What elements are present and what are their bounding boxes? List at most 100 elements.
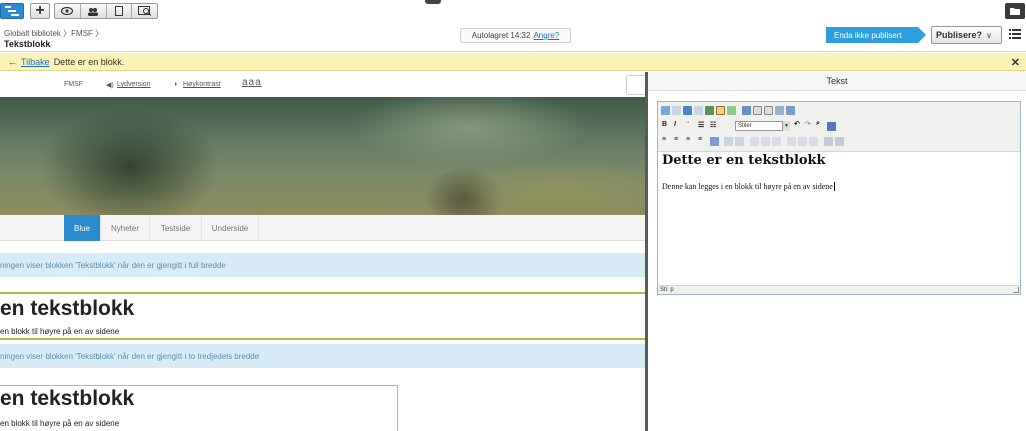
block-icon[interactable] [716, 106, 725, 115]
compare-icon [137, 6, 151, 16]
block-border-bottom [0, 338, 645, 340]
code-icon[interactable] [727, 106, 736, 115]
media-icon[interactable] [705, 106, 714, 115]
nav-item-testside[interactable]: Testside [150, 215, 202, 241]
top-toolbar: + Globalt bibliotek 〉FMSF 〉 Tekstblokk A… [0, 0, 1026, 52]
sitetree-icon [5, 6, 19, 16]
chevron-down-icon[interactable]: ▼ [782, 121, 790, 131]
resize-handle[interactable] [1013, 287, 1019, 293]
align-justify-icon[interactable]: ≡ [698, 136, 702, 143]
block-border-top [0, 292, 645, 294]
property-panel: Tekst B I “ ☰ ☷ Stiler ▼ ↶ ↷ ⌕ ≡ ≡ ≡ ≡ D… [645, 72, 1026, 431]
rich-text-editor[interactable]: B I “ ☰ ☷ Stiler ▼ ↶ ↷ ⌕ ≡ ≡ ≡ ≡ Dette e… [657, 101, 1021, 295]
audio-link[interactable]: Lydversion [117, 81, 151, 88]
notice-bar: ← Tilbake Dette er en blokk. ✕ [0, 53, 1026, 71]
list-icon[interactable] [1009, 28, 1021, 40]
italic-icon[interactable]: I [674, 121, 676, 128]
speaker-icon: ◀) [106, 82, 114, 89]
page-title: Tekstblokk [4, 39, 51, 49]
unlink-icon[interactable] [672, 106, 681, 115]
nav-item-underside[interactable]: Underside [202, 215, 259, 241]
info-text: ningen viser blokken 'Tekstblokk' når de… [0, 351, 260, 361]
row-after-icon[interactable] [761, 137, 770, 146]
back-arrow-icon: ← [8, 56, 17, 67]
breadcrumb[interactable]: Globalt bibliotek 〉FMSF 〉 [4, 28, 103, 39]
block-heading[interactable]: en tekstblokk [0, 297, 134, 321]
page-preview: FMSF ◀) Lydversion ◑ Høykontrast aaa Blu… [0, 72, 645, 431]
editor-toolbar: B I “ ☰ ☷ Stiler ▼ ↶ ↷ ⌕ ≡ ≡ ≡ ≡ [658, 102, 1020, 152]
notice-message: Dette er en blokk. [53, 56, 125, 67]
site-header: FMSF ◀) Lydversion ◑ Høykontrast aaa [0, 72, 645, 97]
add-button[interactable]: + [30, 3, 50, 19]
split-cells-icon[interactable] [835, 137, 844, 146]
col-after-icon[interactable] [798, 137, 807, 146]
undo-icon[interactable]: ↶ [794, 120, 800, 128]
toolbar-toggle-tab[interactable] [425, 0, 441, 4]
col-before-icon[interactable] [787, 137, 796, 146]
nav-item-nyheter[interactable]: Nyheter [101, 215, 150, 241]
editor-path: Sti: p [658, 285, 1020, 294]
align-center-icon[interactable]: ≡ [674, 136, 678, 143]
undo-link[interactable]: Angre? [533, 31, 559, 40]
two-thirds-block[interactable]: en tekstblokk en blokk til høyre på en a… [0, 385, 398, 431]
preview-eye-icon [61, 7, 74, 15]
device-button[interactable] [107, 4, 133, 18]
search-field-edge[interactable] [626, 75, 645, 95]
replace-icon[interactable] [827, 122, 836, 131]
autosave-status: Autolagret 14:32 Angre? [460, 28, 571, 43]
nav-item-blue[interactable]: Blue [64, 215, 101, 241]
info-text: ningen viser blokken 'Tekstblokk' når de… [0, 260, 226, 270]
insert-table-icon[interactable] [724, 137, 733, 146]
site-navigation: Blue Nyheter Testside Underside [0, 215, 645, 241]
delete-row-icon[interactable] [772, 137, 781, 146]
table-props-icon[interactable] [735, 137, 744, 146]
back-link[interactable]: Tilbake [21, 57, 50, 67]
info-bar-two-thirds: ningen viser blokken 'Tekstblokk' når de… [0, 344, 645, 368]
device-icon [114, 6, 123, 16]
view-mode-group [54, 3, 158, 19]
media-folder-button[interactable] [1005, 3, 1025, 19]
autosave-text: Autolagret 14:32 [471, 31, 531, 40]
close-icon[interactable]: ✕ [1011, 56, 1020, 69]
folder-icon [1010, 8, 1020, 15]
visitor-group-icon [88, 7, 99, 16]
contrast-link[interactable]: Høykontrast [183, 81, 221, 88]
bold-icon[interactable]: B [662, 121, 667, 128]
editor-body-text[interactable]: Denne kan legges i en blokk til høyre på… [662, 182, 835, 191]
publish-button-label: Publisere? [936, 30, 983, 40]
blockquote-icon[interactable]: “ [686, 121, 690, 128]
image-icon[interactable] [683, 106, 692, 115]
link-icon[interactable] [661, 106, 670, 115]
publish-status-badge: Enda ikke publisert [826, 27, 926, 43]
preview-eye-button[interactable] [55, 4, 81, 18]
sitetree-button[interactable] [0, 3, 24, 19]
panel-title: Tekst [648, 72, 1026, 91]
merge-cells-icon[interactable] [824, 137, 833, 146]
edit-html-icon[interactable] [710, 137, 719, 146]
text-size-control[interactable]: aaa [242, 77, 262, 88]
add-icon: + [35, 2, 45, 19]
visitor-group-button[interactable] [81, 4, 107, 18]
row-before-icon[interactable] [750, 137, 759, 146]
align-right-icon[interactable]: ≡ [686, 136, 690, 143]
block-text[interactable]: en blokk til høyre på en av sidene [0, 327, 119, 336]
copy-icon[interactable] [753, 106, 762, 115]
align-left-icon[interactable]: ≡ [662, 136, 666, 143]
search-icon[interactable]: ⌕ [816, 120, 820, 128]
paste-text-icon[interactable] [786, 106, 795, 115]
anchor-icon[interactable] [694, 106, 703, 115]
redo-icon[interactable]: ↷ [805, 120, 811, 128]
compare-button[interactable] [132, 4, 157, 18]
text-cursor [833, 182, 835, 191]
publish-button[interactable]: Publisere? ∨ [931, 26, 1002, 44]
paste-icon[interactable] [764, 106, 773, 115]
block-heading: en tekstblokk [0, 387, 135, 410]
paste-word-icon[interactable] [775, 106, 784, 115]
editor-body-content: Denne kan legges i en blokk til høyre på… [662, 182, 833, 191]
personalize-icon[interactable] [742, 106, 751, 115]
contrast-icon: ◑ [173, 81, 178, 88]
bullet-list-icon[interactable]: ☰ [698, 121, 704, 129]
numbered-list-icon[interactable]: ☷ [710, 121, 716, 129]
delete-col-icon[interactable] [809, 137, 818, 146]
editor-heading[interactable]: Dette er en tekstblokk [662, 153, 826, 168]
